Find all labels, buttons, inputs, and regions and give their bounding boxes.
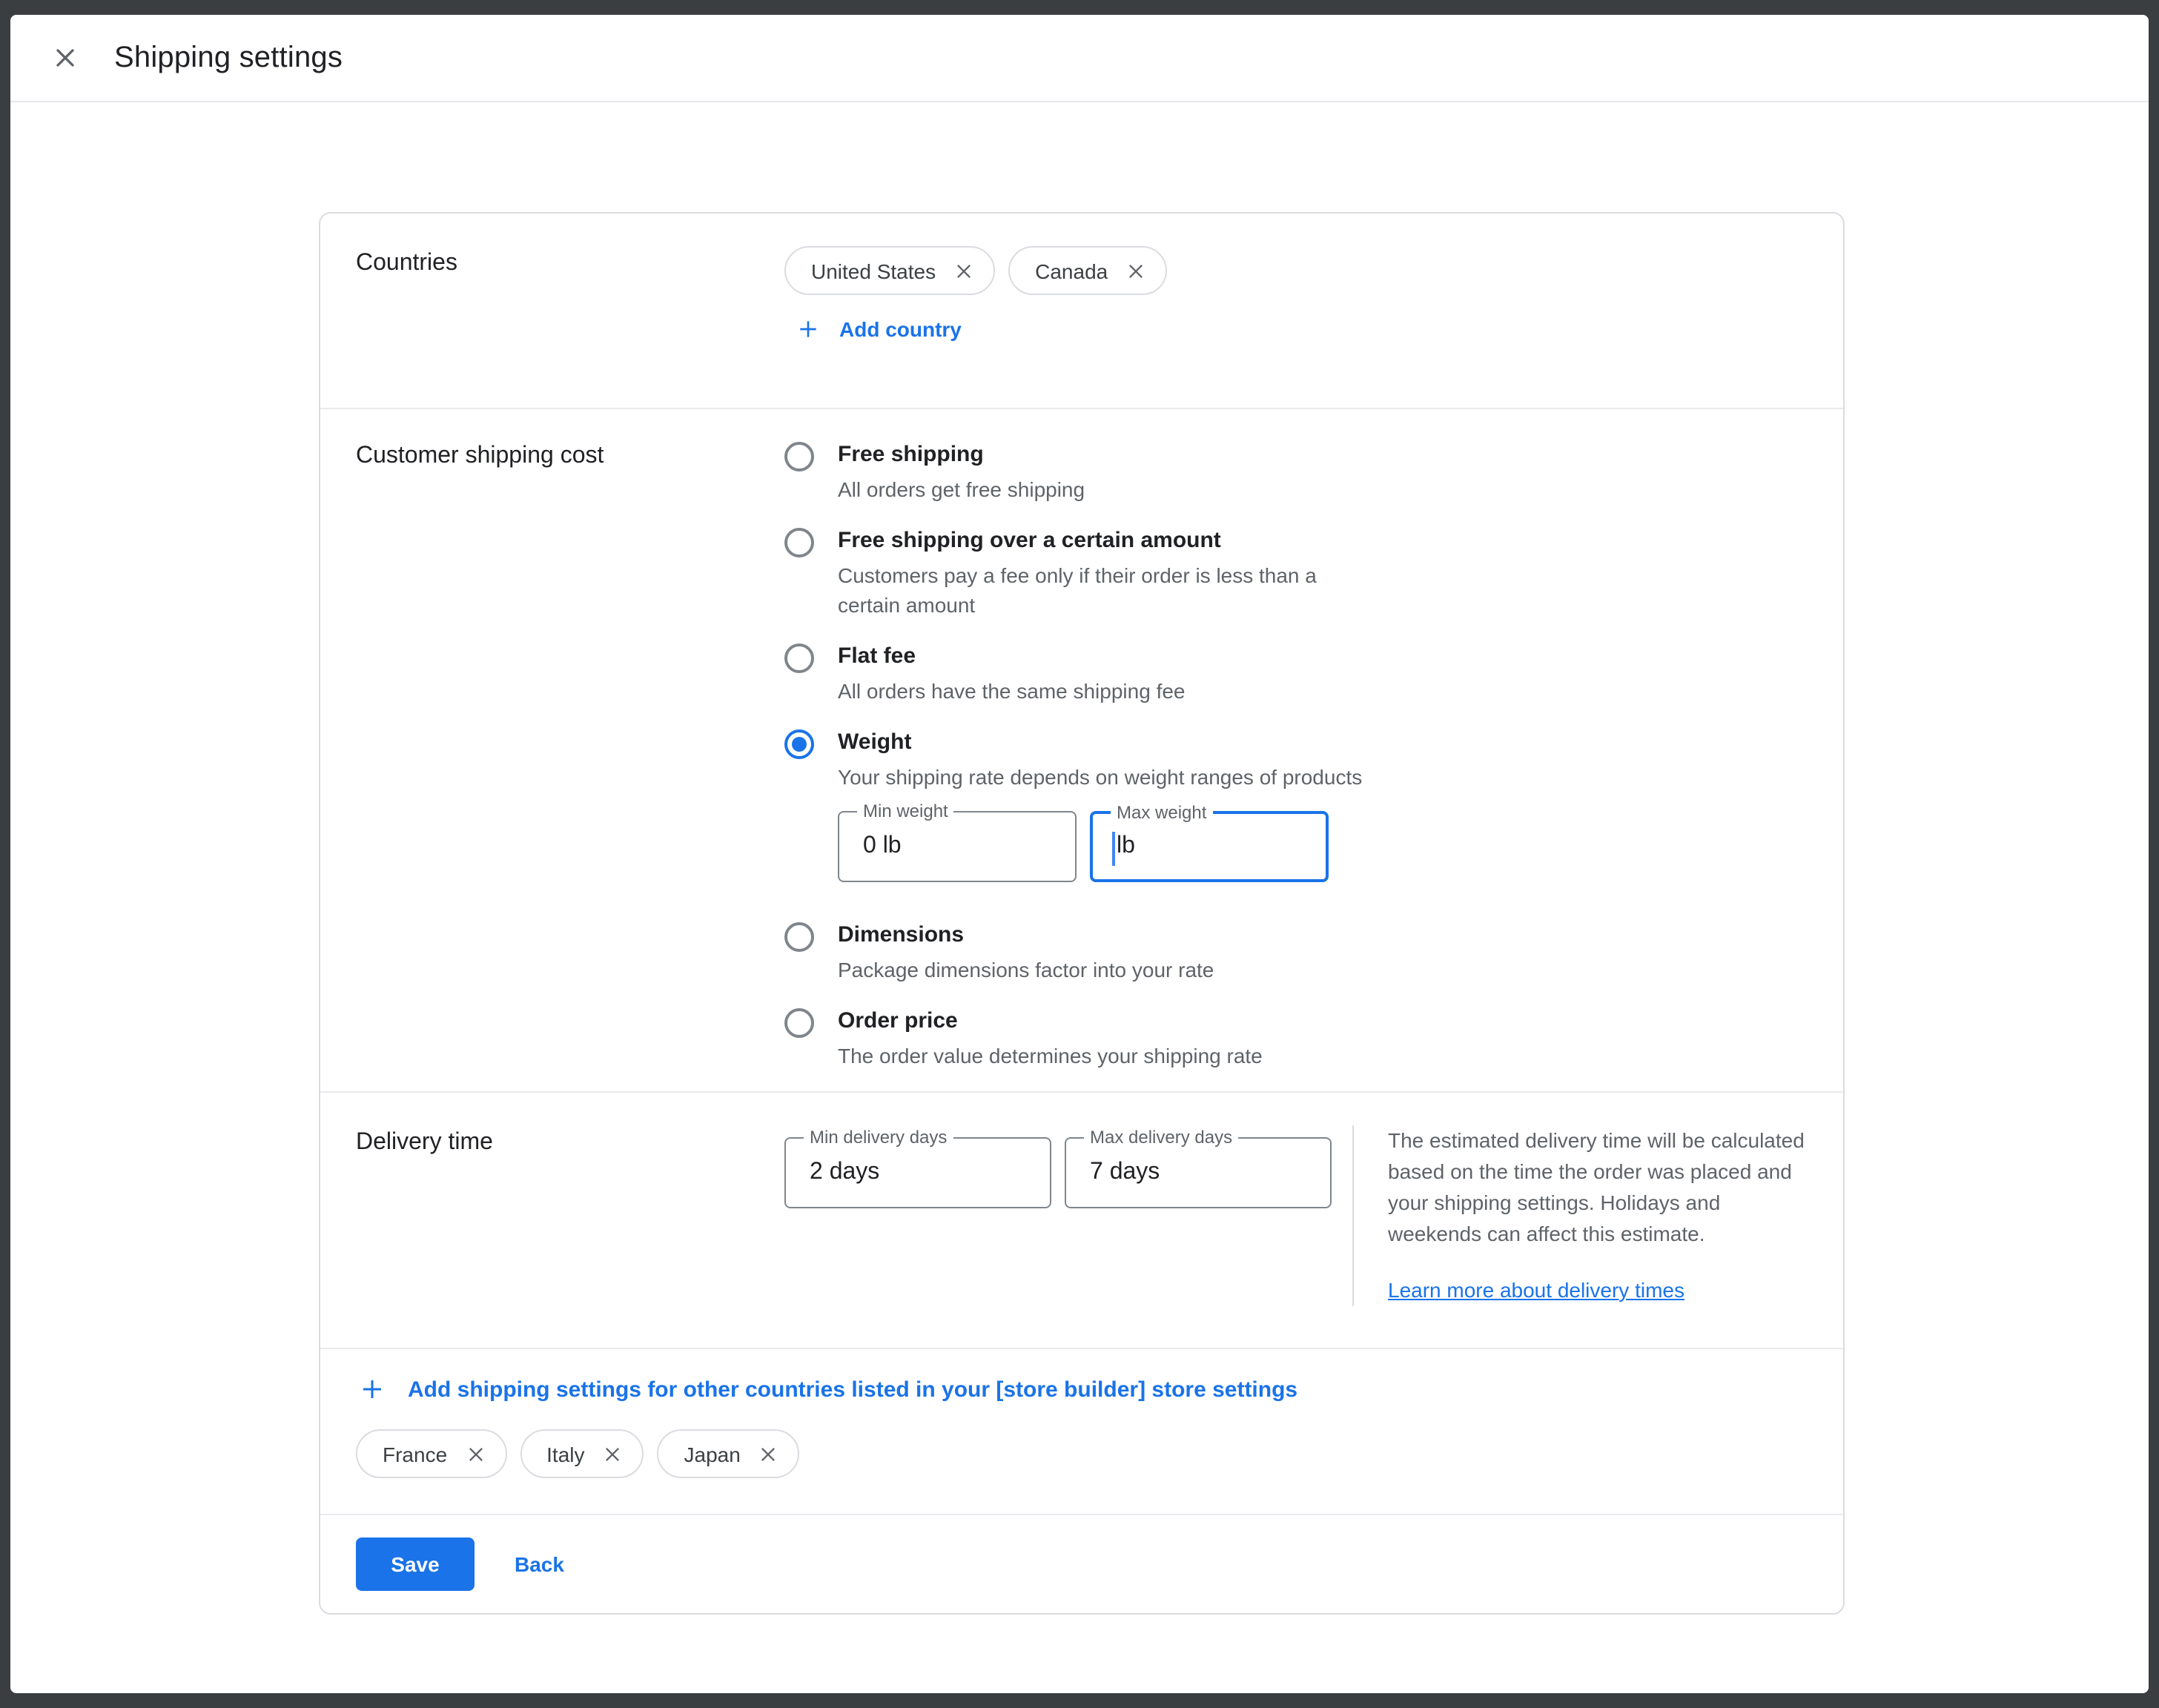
delivery-fields: Min delivery days Max delivery days: [784, 1137, 1332, 1208]
dialog-header: Shipping settings: [10, 15, 2149, 102]
plus-icon: [359, 1376, 386, 1403]
shipping-settings-dialog: Shipping settings Countries United State…: [10, 15, 2149, 1693]
close-button[interactable]: [39, 31, 92, 85]
shipping-cost-label: Customer shipping cost: [356, 439, 784, 1076]
settings-card: Countries United States Canada: [319, 212, 1845, 1615]
country-chip: France: [356, 1429, 506, 1478]
screenshot-frame: Shipping settings Countries United State…: [0, 0, 2159, 1708]
radio-free-shipping[interactable]: [784, 442, 814, 471]
field-label: Min delivery days: [804, 1128, 953, 1148]
radio-free-over-amount[interactable]: [784, 528, 814, 557]
min-weight-input[interactable]: [839, 812, 1075, 881]
chip-remove-icon[interactable]: [953, 260, 974, 281]
delivery-time-section: Delivery time Min delivery days Max deli…: [320, 1091, 1843, 1348]
add-other-countries-button[interactable]: Add shipping settings for other countrie…: [356, 1376, 1297, 1403]
max-weight-field: Max weight: [1090, 811, 1329, 882]
radio-weight[interactable]: [784, 729, 814, 759]
chip-remove-icon[interactable]: [465, 1443, 486, 1464]
option-order-price: Order price The order value determines y…: [784, 1005, 1808, 1070]
save-button[interactable]: Save: [356, 1537, 475, 1591]
option-flat-fee: Flat fee All orders have the same shippi…: [784, 640, 1808, 706]
option-desc: All orders get free shipping: [838, 474, 1085, 504]
option-dimensions: Dimensions Package dimensions factor int…: [784, 919, 1808, 984]
page-title: Shipping settings: [114, 41, 343, 75]
shipping-cost-section: Customer shipping cost Free shipping All…: [320, 408, 1843, 1091]
text-caret: [1112, 832, 1115, 866]
weight-fields: Min weight Max weight: [838, 811, 1362, 882]
radio-dimensions[interactable]: [784, 922, 814, 952]
country-chip: Italy: [520, 1429, 644, 1478]
country-chip: Canada: [1008, 246, 1167, 295]
max-delivery-field: Max delivery days: [1065, 1137, 1332, 1208]
back-link[interactable]: Back: [497, 1540, 582, 1588]
option-title: Order price: [838, 1005, 1263, 1038]
add-other-countries-label: Add shipping settings for other countrie…: [408, 1377, 1297, 1402]
option-title: Flat fee: [838, 640, 1186, 673]
chip-label: Japan: [684, 1442, 741, 1466]
option-title: Dimensions: [838, 919, 1214, 952]
chip-label: Italy: [546, 1442, 584, 1466]
option-desc: Your shipping rate depends on weight ran…: [838, 762, 1362, 792]
add-country-label: Add country: [839, 317, 962, 341]
other-country-chip-row: France Italy Japan: [356, 1429, 1808, 1478]
field-label: Min weight: [857, 802, 954, 821]
delivery-time-label: Delivery time: [356, 1125, 784, 1306]
min-delivery-input[interactable]: [786, 1139, 1050, 1207]
radio-flat-fee[interactable]: [784, 643, 814, 673]
radio-order-price[interactable]: [784, 1008, 814, 1038]
country-chip-row: United States Canada: [784, 246, 1808, 295]
field-label: Max delivery days: [1084, 1128, 1238, 1148]
option-title: Weight: [838, 726, 1362, 759]
min-weight-field: Min weight: [838, 811, 1077, 882]
chip-label: United States: [811, 259, 936, 282]
countries-label: Countries: [356, 246, 784, 348]
plus-icon: [796, 317, 820, 341]
option-free-over-amount: Free shipping over a certain amount Cust…: [784, 525, 1808, 620]
option-title: Free shipping: [838, 439, 1085, 471]
chip-remove-icon[interactable]: [1125, 260, 1146, 281]
other-countries-section: Add shipping settings for other countrie…: [320, 1348, 1843, 1514]
country-chip: United States: [784, 246, 995, 295]
option-desc: The order value determines your shipping…: [838, 1041, 1263, 1070]
max-weight-input[interactable]: [1093, 814, 1326, 879]
countries-section: Countries United States Canada: [320, 214, 1843, 408]
option-desc: Customers pay a fee only if their order …: [838, 560, 1372, 620]
add-country-button[interactable]: Add country: [784, 317, 962, 341]
option-free-shipping: Free shipping All orders get free shippi…: [784, 439, 1808, 504]
chip-remove-icon[interactable]: [758, 1443, 779, 1464]
delivery-note: The estimated delivery time will be calc…: [1352, 1125, 1805, 1306]
max-delivery-input[interactable]: [1066, 1139, 1330, 1207]
chip-remove-icon[interactable]: [603, 1443, 624, 1464]
option-desc: Package dimensions factor into your rate: [838, 955, 1214, 984]
chip-label: Canada: [1035, 259, 1108, 282]
field-label: Max weight: [1111, 804, 1212, 823]
country-chip: Japan: [658, 1429, 800, 1478]
option-desc: All orders have the same shipping fee: [838, 676, 1186, 706]
footer-actions: Save Back: [320, 1514, 1843, 1613]
option-weight: Weight Your shipping rate depends on wei…: [784, 726, 1808, 898]
delivery-note-text: The estimated delivery time will be calc…: [1388, 1128, 1805, 1245]
option-title: Free shipping over a certain amount: [838, 525, 1372, 557]
chip-label: France: [383, 1442, 447, 1466]
min-delivery-field: Min delivery days: [784, 1137, 1051, 1208]
learn-more-link[interactable]: Learn more about delivery times: [1388, 1275, 1684, 1306]
close-icon: [50, 43, 80, 73]
